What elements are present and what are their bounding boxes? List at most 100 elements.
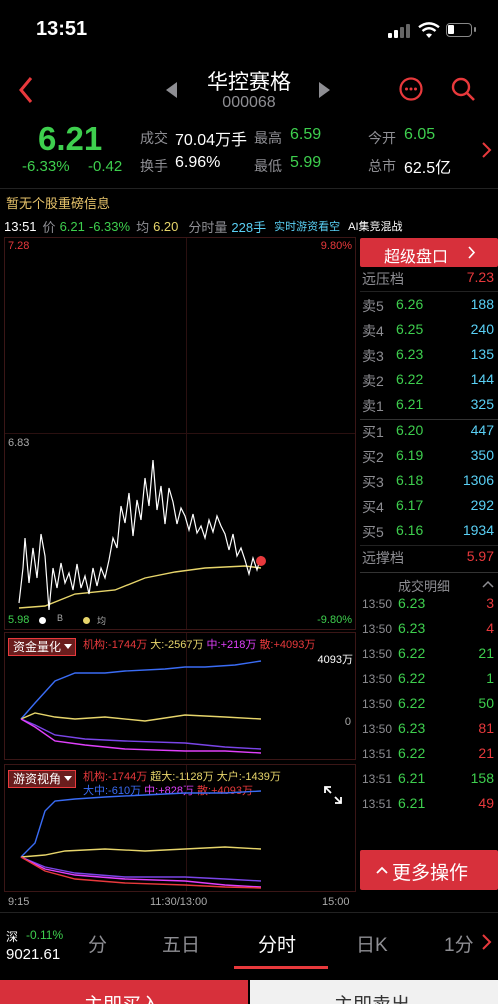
turnover-value: 6.96% <box>175 154 221 171</box>
open-value: 6.05 <box>404 126 436 143</box>
status-bar: 13:51 <box>0 0 498 60</box>
support-label: 远撑档 <box>362 550 404 566</box>
trade-price: 6.22 <box>398 670 426 686</box>
expand-quote-icon[interactable] <box>482 142 492 158</box>
panel1-lines-svg <box>20 660 262 754</box>
next-stock-icon[interactable] <box>318 82 330 98</box>
tab-five-day[interactable]: 五日 <box>162 930 200 957</box>
ai-tag[interactable]: AI集竞混战 <box>348 218 402 234</box>
bid-row[interactable]: 买1 6.20 447 <box>360 422 498 447</box>
trade-detail-header[interactable]: 成交明细 <box>360 572 498 594</box>
trade-row: 13:51 6.21 49 <box>360 795 498 820</box>
bid-price: 6.16 <box>396 522 424 538</box>
tabs-more-icon[interactable] <box>482 934 492 950</box>
tab-one-min[interactable]: 1分 <box>444 930 474 957</box>
buy-button[interactable]: 主即买入 <box>0 980 248 1004</box>
trade-time: 13:50 <box>362 697 393 711</box>
bid-vol: 1306 <box>462 472 494 488</box>
panel2-purple-line <box>20 856 262 882</box>
bid-vol: 292 <box>470 497 494 513</box>
search-icon[interactable] <box>450 76 476 102</box>
sell-button[interactable]: 主即卖出 <box>250 980 498 1004</box>
ask-price: 6.22 <box>396 371 424 387</box>
panel2-magenta-line <box>20 856 262 888</box>
trade-list: 13:50 6.23 3 13:50 6.23 4 13:50 6.22 21 13:50 6… <box>360 595 498 825</box>
more-actions-button[interactable]: 更多操作 <box>360 850 498 890</box>
stock-code: 000068 <box>222 94 276 111</box>
bid-vol: 1934 <box>462 522 494 538</box>
trade-time: 13:51 <box>362 772 393 786</box>
index-ticker[interactable]: 深 -0.11% 9021.61 <box>6 928 76 968</box>
stock-name: 华控赛格 <box>207 71 291 94</box>
hot-money-panel[interactable]: 游资视角 机构:-1744万 超大:-1128万 大户:-1439万 大中:-6… <box>4 764 356 892</box>
live-tag[interactable]: 实时游资看空 <box>274 218 340 234</box>
trade-row: 13:50 6.22 50 <box>360 695 498 720</box>
intraday-chart[interactable]: 7.28 9.80% 6.83 5.98 -9.80% B 均 <box>4 237 356 630</box>
ask-row[interactable]: 卖3 6.23 135 <box>360 346 498 371</box>
ask-row[interactable]: 卖2 6.22 144 <box>360 371 498 396</box>
divider <box>0 188 498 189</box>
bid-label: 买5 <box>362 524 384 540</box>
ask-price: 6.23 <box>396 346 424 362</box>
panel2-lines-svg <box>20 790 262 889</box>
quote-panel: 6.21 -6.33% -0.42 成交 70.04万手 最高 6.59 今开 … <box>0 118 498 190</box>
trade-vol: 21 <box>478 745 494 761</box>
panel1-magenta-line <box>20 718 262 754</box>
trade-price: 6.22 <box>398 695 426 711</box>
super-orderbook-button[interactable]: 超级盘口 <box>360 238 498 267</box>
trade-time: 13:50 <box>362 622 393 636</box>
support-value: 5.97 <box>466 548 494 564</box>
tab-intraday[interactable]: 分时 <box>258 930 296 957</box>
high-value: 6.59 <box>290 126 322 143</box>
high-label: 最高 <box>254 130 282 146</box>
trade-price: 6.23 <box>398 720 426 736</box>
pressure-label: 远压档 <box>362 271 404 287</box>
chat-icon[interactable] <box>398 76 424 102</box>
trade-detail-title: 成交明细 <box>398 579 451 594</box>
info-avg: 6.20 <box>153 218 179 234</box>
bid-price: 6.17 <box>396 497 424 513</box>
mcap-label: 总市 <box>368 158 396 174</box>
battery-icon <box>446 23 476 37</box>
ask-price: 6.26 <box>396 296 424 312</box>
trade-row: 13:50 6.22 21 <box>360 645 498 670</box>
orderbook: 远压档 7.23 卖5 6.26 188 卖4 6.25 240 卖3 6.23 135 卖… <box>360 269 498 569</box>
wifi-icon <box>418 22 440 38</box>
ask-label: 卖3 <box>362 348 384 364</box>
bid-row[interactable]: 买3 6.18 1306 <box>360 472 498 497</box>
bid-label: 买1 <box>362 424 384 440</box>
back-icon[interactable] <box>18 76 34 104</box>
chevron-right-icon <box>468 246 476 259</box>
info-pct: -6.33% <box>88 218 131 234</box>
bottom-divider <box>0 912 498 913</box>
sell-label: 主即卖出 <box>334 990 410 1004</box>
tab-fen[interactable]: 分 <box>88 930 107 957</box>
trade-time: 13:50 <box>362 672 393 686</box>
trade-time: 13:50 <box>362 597 393 611</box>
ask-row[interactable]: 卖1 6.21 325 <box>360 396 498 421</box>
fund-quant-panel[interactable]: 资金量化 机构:-1744万 大:-2567万 中:+218万 散:+4093万… <box>4 632 356 760</box>
ask-row[interactable]: 卖4 6.25 240 <box>360 321 498 346</box>
trade-vol: 21 <box>478 645 494 661</box>
trade-vol: 49 <box>478 795 494 811</box>
bid-row[interactable]: 买4 6.17 292 <box>360 497 498 522</box>
trade-price: 6.22 <box>398 745 426 761</box>
status-time: 13:51 <box>36 18 88 40</box>
ask-row[interactable]: 卖5 6.26 188 <box>360 296 498 321</box>
bid-row[interactable]: 买5 6.16 1934 <box>360 522 498 547</box>
tab-daily-k[interactable]: 日K <box>356 930 388 957</box>
ask-price: 6.21 <box>396 396 424 412</box>
bid-row[interactable]: 买2 6.19 350 <box>360 447 498 472</box>
ask-vol: 325 <box>470 396 494 412</box>
pressure-value: 7.23 <box>466 269 494 285</box>
info-vol-label: 分时量 <box>188 219 228 235</box>
prev-stock-icon[interactable] <box>166 82 178 98</box>
bid-price: 6.19 <box>396 447 424 463</box>
more-actions-label: 更多操作 <box>392 863 469 884</box>
info-avg-label: 均 <box>136 219 150 235</box>
info-price-label: 价 <box>42 219 56 235</box>
price-line <box>18 459 262 611</box>
bid-price: 6.18 <box>396 472 424 488</box>
low-value: 5.99 <box>290 154 322 171</box>
notice-text[interactable]: 暂无个股重磅信息 <box>6 193 110 212</box>
